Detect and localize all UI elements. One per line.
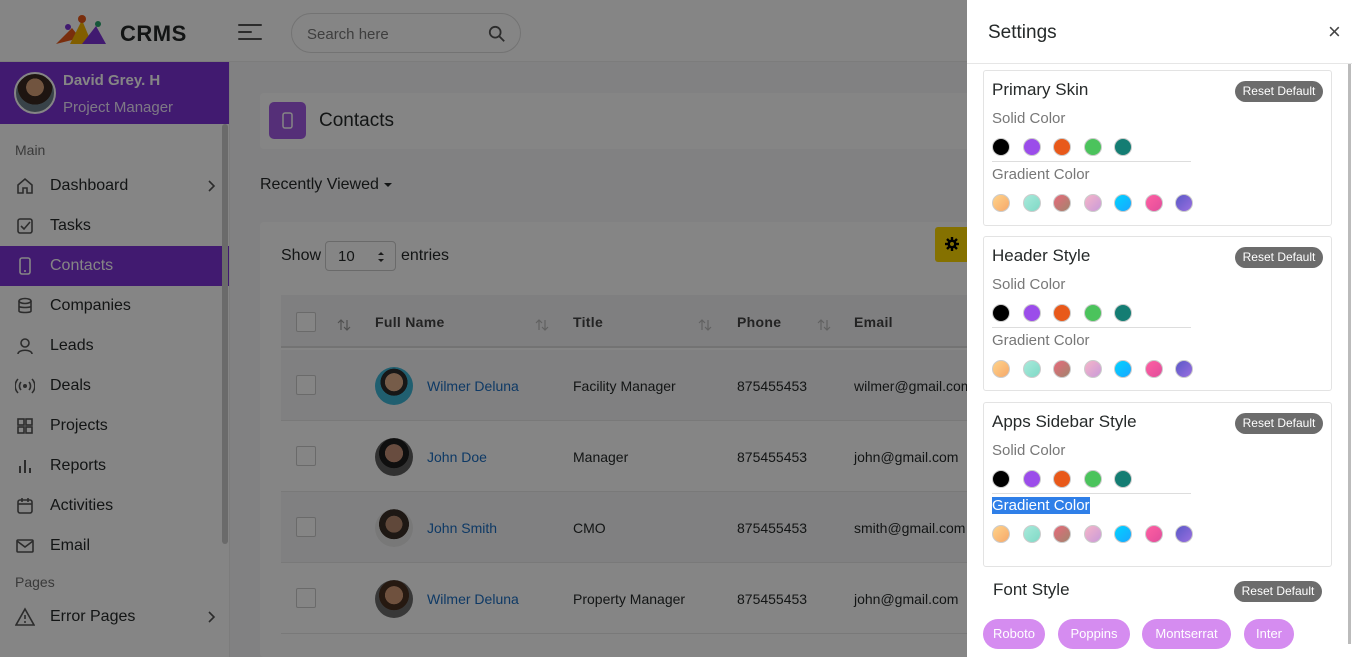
- divider: [992, 493, 1191, 494]
- reset-default-button[interactable]: Reset Default: [1235, 247, 1323, 268]
- gradient-color-swatch[interactable]: [1022, 360, 1041, 378]
- section-title: Apps Sidebar Style: [992, 412, 1137, 431]
- gradient-color-swatch[interactable]: [1175, 194, 1193, 212]
- font-chip-poppins[interactable]: Poppins: [1058, 619, 1130, 649]
- gradient-color-swatch[interactable]: [1022, 194, 1041, 212]
- apps-sidebar-style-card: Apps Sidebar Style Reset Default Solid C…: [983, 402, 1332, 567]
- font-style-title: Font Style: [993, 580, 1070, 599]
- primary-skin-card: Primary Skin Reset Default Solid Color G…: [983, 70, 1332, 226]
- gradient-color-swatch[interactable]: [1083, 194, 1102, 212]
- solid-color-swatch[interactable]: [1022, 138, 1041, 156]
- gradient-color-label: Gradient Color: [992, 332, 1090, 349]
- reset-default-button[interactable]: Reset Default: [1235, 413, 1323, 434]
- gradient-color-swatch[interactable]: [1083, 525, 1102, 543]
- settings-title: Settings: [988, 22, 1057, 43]
- divider: [992, 161, 1191, 162]
- font-chip-inter[interactable]: Inter: [1244, 619, 1294, 649]
- gradient-color-swatch[interactable]: [1144, 525, 1163, 543]
- gradient-color-swatch[interactable]: [1053, 525, 1071, 543]
- solid-color-swatch[interactable]: [1022, 470, 1041, 488]
- gradient-color-swatch[interactable]: [1114, 360, 1132, 378]
- gradient-color-swatch[interactable]: [1053, 194, 1071, 212]
- gradient-color-swatch[interactable]: [992, 525, 1010, 543]
- section-title: Header Style: [992, 246, 1091, 265]
- settings-scrollbar[interactable]: [1348, 64, 1351, 644]
- reset-default-button[interactable]: Reset Default: [1235, 81, 1323, 102]
- section-title: Primary Skin: [992, 80, 1089, 99]
- solid-color-swatch[interactable]: [992, 470, 1010, 488]
- header-style-card: Header Style Reset Default Solid Color G…: [983, 236, 1332, 391]
- solid-color-swatch[interactable]: [1114, 470, 1132, 488]
- solid-color-label: Solid Color: [992, 110, 1066, 127]
- gradient-color-swatch[interactable]: [992, 194, 1010, 212]
- gradient-color-swatch[interactable]: [992, 360, 1010, 378]
- solid-color-swatch[interactable]: [1053, 470, 1071, 488]
- gradient-color-swatch[interactable]: [1175, 525, 1193, 543]
- gradient-color-swatch[interactable]: [1022, 525, 1041, 543]
- gradient-color-swatch[interactable]: [1053, 360, 1071, 378]
- gradient-color-swatch[interactable]: [1144, 194, 1163, 212]
- gradient-color-swatch[interactable]: [1144, 360, 1163, 378]
- settings-header: Settings ×: [967, 0, 1352, 64]
- solid-color-swatch[interactable]: [1022, 304, 1041, 322]
- reset-default-button[interactable]: Reset Default: [1234, 581, 1322, 602]
- settings-panel: Settings × Primary Skin Reset Default So…: [967, 0, 1352, 657]
- font-chip-roboto[interactable]: Roboto: [983, 619, 1045, 649]
- solid-color-swatch[interactable]: [1114, 304, 1132, 322]
- close-icon[interactable]: ×: [1328, 21, 1341, 43]
- solid-color-swatch[interactable]: [1083, 470, 1102, 488]
- solid-color-swatch[interactable]: [992, 138, 1010, 156]
- modal-backdrop[interactable]: [0, 0, 967, 657]
- solid-color-label: Solid Color: [992, 276, 1066, 293]
- solid-color-swatch[interactable]: [1053, 138, 1071, 156]
- divider: [992, 327, 1191, 328]
- solid-color-swatch[interactable]: [1114, 138, 1132, 156]
- solid-color-swatch[interactable]: [992, 304, 1010, 322]
- solid-color-swatch[interactable]: [1053, 304, 1071, 322]
- gradient-color-swatch[interactable]: [1175, 360, 1193, 378]
- gradient-color-swatch[interactable]: [1083, 360, 1102, 378]
- gradient-color-label: Gradient Color: [992, 497, 1090, 514]
- font-chip-montserrat[interactable]: Montserrat: [1142, 619, 1231, 649]
- solid-color-swatch[interactable]: [1083, 304, 1102, 322]
- gradient-color-swatch[interactable]: [1114, 194, 1132, 212]
- gradient-color-swatch[interactable]: [1114, 525, 1132, 543]
- solid-color-label: Solid Color: [992, 442, 1066, 459]
- solid-color-swatch[interactable]: [1083, 138, 1102, 156]
- gradient-color-label: Gradient Color: [992, 166, 1090, 183]
